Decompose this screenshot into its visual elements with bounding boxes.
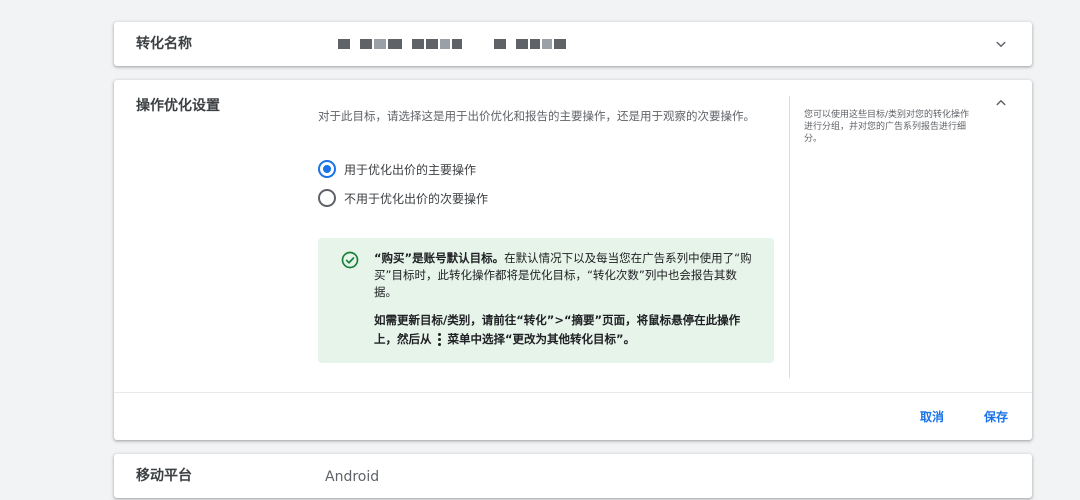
default-goal-info-box: “购买”是账号默认目标。在默认情况下以及每当您在广告系列中使用了“购买”目标时，…: [318, 238, 774, 363]
radio-selected-icon[interactable]: [318, 160, 336, 178]
more-vert-icon: [437, 331, 442, 348]
save-button[interactable]: 保存: [984, 408, 1008, 426]
info-instruction: 如需更新目标/类别，请前往“转化”>“摘要”页面，将鼠标悬停在此操作上，然后从菜…: [374, 311, 754, 349]
radio-primary-label: 用于优化出价的主要操作: [344, 162, 477, 177]
footer-divider: [114, 392, 1032, 393]
info-bold-lead: “购买”是账号默认目标。: [374, 251, 505, 265]
check-circle-icon: [341, 251, 359, 269]
radio-secondary-action[interactable]: 不用于优化出价的次要操作: [318, 189, 488, 207]
optimization-description: 对于此目标，请选择这是用于出价优化和报告的主要操作，还是用于观察的次要操作。: [318, 109, 755, 123]
chevron-up-icon[interactable]: [992, 94, 1010, 112]
conversion-name-value-masked: [338, 38, 568, 50]
conversion-name-row[interactable]: 转化名称: [114, 22, 1032, 66]
optimization-settings-label: 操作优化设置: [136, 98, 220, 114]
cancel-button[interactable]: 取消: [920, 408, 944, 426]
conversion-name-label: 转化名称: [136, 36, 192, 52]
mobile-platform-label: 移动平台: [136, 468, 192, 484]
radio-primary-action[interactable]: 用于优化出价的主要操作: [318, 160, 476, 178]
mobile-platform-row[interactable]: 移动平台 Android: [114, 454, 1032, 498]
vertical-divider: [789, 96, 790, 378]
info-text: “购买”是账号默认目标。在默认情况下以及每当您在广告系列中使用了“购买”目标时，…: [374, 250, 754, 301]
optimization-settings-card: 操作优化设置 对于此目标，请选择这是用于出价优化和报告的主要操作，还是用于观察的…: [114, 80, 1032, 440]
mobile-platform-value: Android: [325, 469, 380, 485]
side-help-note: 您可以使用这些目标/类别对您的转化操作进行分组，并对您的广告系列报告进行细分。: [804, 110, 970, 144]
radio-secondary-label: 不用于优化出价的次要操作: [344, 191, 489, 206]
radio-unselected-icon[interactable]: [318, 189, 336, 207]
chevron-down-icon[interactable]: [992, 35, 1010, 53]
info-instruction-part2: 菜单中选择“更改为其他转化目标”。: [447, 332, 636, 346]
